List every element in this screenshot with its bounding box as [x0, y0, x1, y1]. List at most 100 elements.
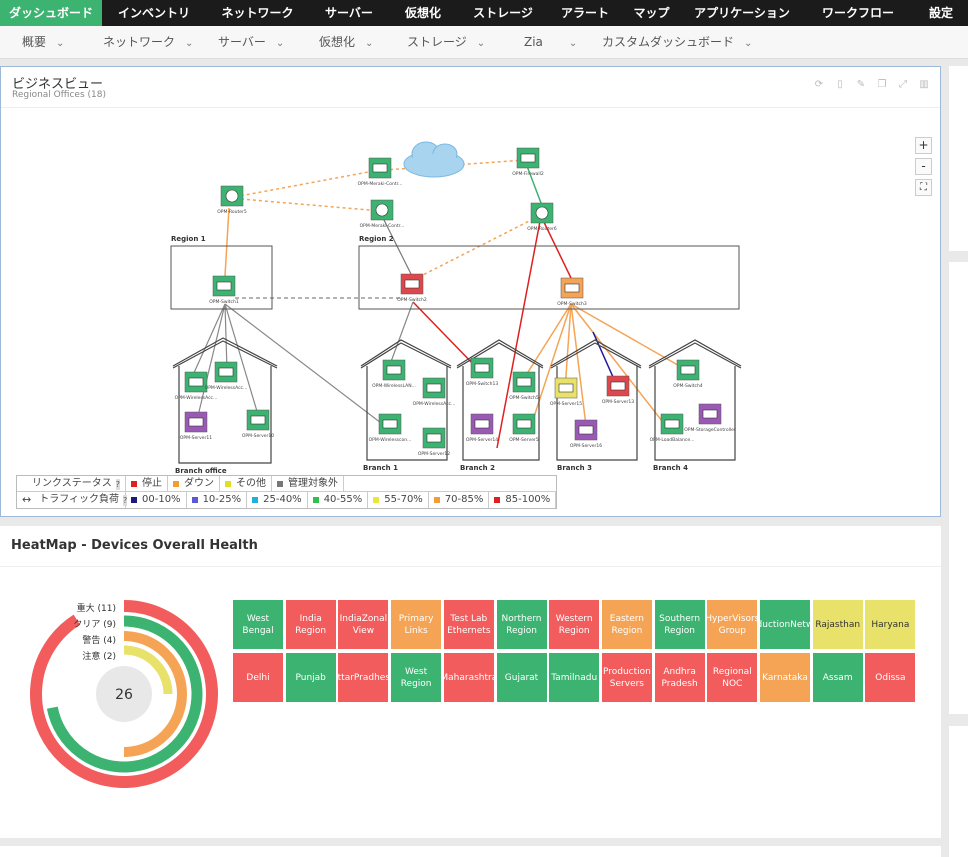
- subnav-servers-label: サーバー: [218, 35, 266, 49]
- device-node[interactable]: OPM-Router5: [217, 185, 247, 215]
- nav-alerts[interactable]: アラート: [549, 0, 621, 26]
- subnav-overview-label: 概要: [22, 35, 47, 49]
- heatmap-tile[interactable]: Test Lab Ethernets: [443, 600, 494, 649]
- nav-maps[interactable]: マップ: [621, 0, 682, 26]
- device-label: OPM-Server10: [242, 433, 274, 439]
- legend-link-status-row: リンクステータス ? 停止 ダウン その他 管理対象外: [17, 476, 557, 492]
- device-glyph: [375, 203, 389, 217]
- subnav-virtualization[interactable]: 仮想化 ⌄: [319, 26, 373, 59]
- right-panel: [949, 66, 968, 251]
- nav-network[interactable]: ネットワーク: [206, 0, 309, 26]
- device-node[interactable]: OPM-Firewall2: [512, 147, 544, 177]
- nav-dashboard[interactable]: ダッシュボード: [0, 0, 102, 26]
- device-node[interactable]: OPM-Switch3: [557, 277, 587, 307]
- heatmap-tile[interactable]: Karnataka: [760, 653, 810, 702]
- nav-applications[interactable]: アプリケーション: [682, 0, 802, 26]
- device-node[interactable]: OPM-Switch4: [673, 359, 703, 389]
- device-glyph: [474, 363, 490, 373]
- heatmap-tile[interactable]: Western Region: [549, 600, 600, 649]
- subnav-network[interactable]: ネットワーク ⌄: [103, 26, 193, 59]
- donut-total: 26: [115, 687, 133, 703]
- device-node[interactable]: OPM-Server11: [180, 411, 212, 441]
- legend-item: 55-70%: [368, 492, 429, 508]
- nav-settings[interactable]: 設定: [914, 0, 968, 26]
- device-node[interactable]: OPM-WirelessAcc...: [205, 361, 248, 391]
- legend-item-label: ダウン: [184, 478, 214, 489]
- heatmap-tile[interactable]: Tamilnadu: [549, 653, 600, 702]
- subnav-custom-dashboard[interactable]: カスタムダッシュボード ⌄: [602, 26, 752, 59]
- legend-item: ダウン: [168, 476, 220, 492]
- device-node[interactable]: OPM-Switch2: [397, 273, 427, 303]
- expand-icon[interactable]: ⤢: [897, 79, 909, 90]
- subnav-zia[interactable]: Zia ⌄: [524, 26, 577, 59]
- heatmap-tile[interactable]: West Region: [391, 653, 442, 702]
- device-label: OPM-Switch1: [209, 299, 239, 305]
- device-label: OPM-Server15: [550, 401, 582, 407]
- copy-icon[interactable]: ❐: [876, 79, 888, 90]
- heatmap-tile[interactable]: Regional NOC: [707, 653, 758, 702]
- heatmap-tile[interactable]: Northern Region: [496, 600, 547, 649]
- nav-inventory[interactable]: インベントリ: [102, 0, 206, 26]
- device-node[interactable]: OPM-Meraki-Contr...: [358, 157, 403, 187]
- legend-item-label: 00-10%: [142, 494, 181, 505]
- device-node[interactable]: OPM-Switch5: [509, 371, 539, 401]
- legend-item-label: 85-100%: [505, 494, 551, 505]
- subnav-storage[interactable]: ストレージ ⌄: [407, 26, 485, 59]
- next-panel: [0, 846, 941, 857]
- device-glyph: [386, 365, 402, 375]
- heatmap-tile[interactable]: Andhra Pradesh: [654, 653, 705, 702]
- nav-workflow[interactable]: ワークフロー: [802, 0, 914, 26]
- legend-item-label: 管理対象外: [288, 478, 338, 489]
- nav-storage[interactable]: ストレージ: [457, 0, 549, 26]
- device-glyph: [404, 279, 420, 289]
- link: [412, 215, 540, 281]
- device-node[interactable]: OPM-WirelessLAN...: [372, 359, 416, 389]
- heatmap-tile[interactable]: IndiaZonal View: [338, 600, 389, 649]
- map-legend: リンクステータス ? 停止 ダウン その他 管理対象外 ↔ トラフィック負荷 ?…: [16, 475, 558, 509]
- device-node[interactable]: OPM-Server14: [466, 413, 498, 443]
- heatmap-tile[interactable]: Rajasthan: [812, 600, 863, 649]
- heatmap-tile[interactable]: Punjab: [285, 653, 336, 702]
- device-node[interactable]: OPM-Server5: [509, 413, 539, 443]
- device-node[interactable]: OPM-StorageController: [684, 403, 736, 433]
- delete-icon[interactable]: ▥: [918, 79, 930, 90]
- device-node[interactable]: OPM-Server10: [242, 409, 274, 439]
- heatmap-tile[interactable]: West Bengal: [233, 600, 283, 649]
- heatmap-tile[interactable]: Odissa: [865, 653, 916, 702]
- device-node[interactable]: OPM-Server13: [602, 375, 634, 405]
- link: [228, 169, 380, 199]
- heatmap-tile[interactable]: Production Servers: [601, 653, 652, 702]
- heatmap-tile[interactable]: Maharashtra: [443, 653, 494, 702]
- heatmap-tile[interactable]: UttarPradhesh: [338, 653, 389, 702]
- device-glyph: [578, 425, 594, 435]
- device-node[interactable]: OPM-Switch1: [209, 275, 239, 305]
- heatmap-tile[interactable]: ProductionNetwork: [760, 600, 810, 649]
- device-label: OPM-Server12: [418, 451, 450, 457]
- subnav-overview[interactable]: 概要 ⌄: [22, 26, 64, 59]
- heatmap-tile[interactable]: Gujarat: [496, 653, 547, 702]
- device-node[interactable]: OPM-Server12: [418, 427, 450, 457]
- device-node[interactable]: OPM-Router6: [527, 202, 557, 232]
- heatmap-tile[interactable]: India Region: [285, 600, 336, 649]
- heatmap-tile[interactable]: Delhi: [233, 653, 283, 702]
- device-node[interactable]: OPM-WirelessAcc...: [413, 377, 456, 407]
- nav-virtualization[interactable]: 仮想化: [389, 0, 457, 26]
- help-icon[interactable]: ?: [115, 478, 120, 490]
- heatmap-tile[interactable]: Eastern Region: [601, 600, 652, 649]
- device-node[interactable]: OPM-Server16: [570, 419, 602, 449]
- device-glyph: [558, 383, 574, 393]
- heatmap-tile[interactable]: HyperVisors Group: [707, 600, 758, 649]
- subnav-servers[interactable]: サーバー ⌄: [218, 26, 284, 59]
- device-glyph: [520, 153, 536, 163]
- nav-servers[interactable]: サーバー: [309, 0, 389, 26]
- heatmap-tile[interactable]: Primary Links: [391, 600, 442, 649]
- heatmap-tile[interactable]: Haryana: [865, 600, 916, 649]
- edit-icon[interactable]: ✎: [855, 79, 867, 90]
- heatmap-tile[interactable]: Assam: [812, 653, 863, 702]
- refresh-icon[interactable]: ⟳: [813, 79, 825, 90]
- document-icon[interactable]: ▯: [834, 79, 846, 90]
- heatmap-tile[interactable]: Southern Region: [654, 600, 705, 649]
- device-node[interactable]: OPM-Server15: [550, 377, 582, 407]
- device-node[interactable]: OPM-Meraki-Contr...: [360, 199, 405, 229]
- device-label: OPM-Server11: [180, 435, 212, 441]
